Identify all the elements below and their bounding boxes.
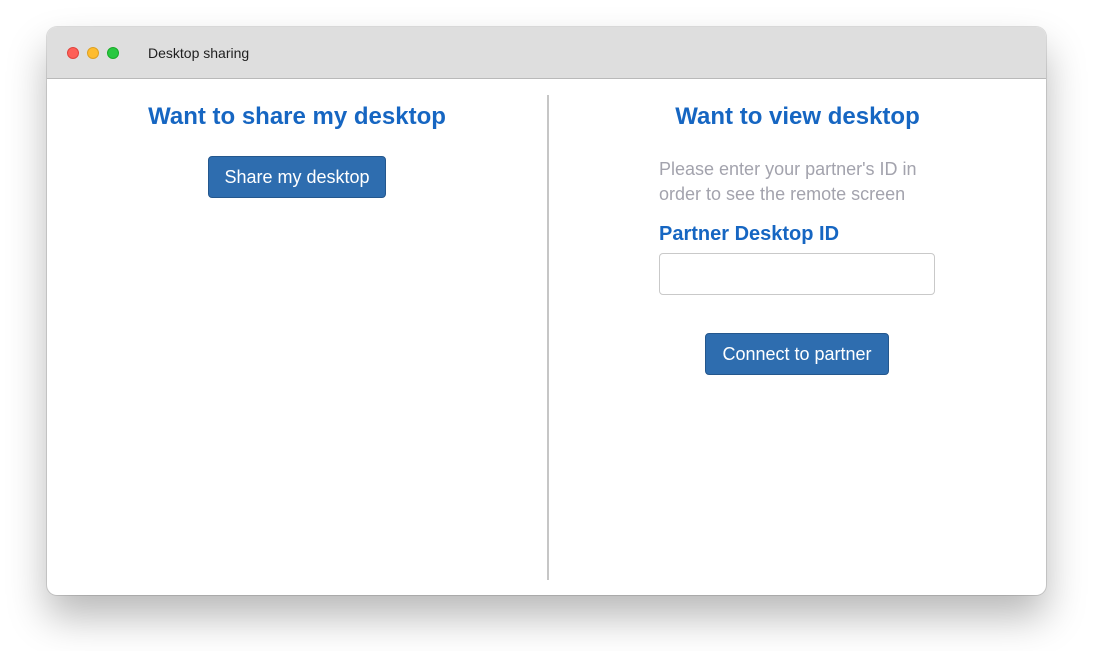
screen: Desktop sharing Want to share my desktop… [0, 0, 1096, 651]
title-bar[interactable]: Desktop sharing [47, 27, 1046, 79]
main-content: Want to share my desktop Share my deskto… [47, 79, 1046, 595]
partner-id-label: Partner Desktop ID [659, 223, 840, 245]
minimize-window-button[interactable] [87, 47, 99, 59]
window-title: Desktop sharing [148, 45, 250, 61]
share-heading: Want to share my desktop [148, 103, 446, 130]
partner-id-input[interactable] [659, 253, 935, 295]
view-pane: Want to view desktop Please enter your p… [549, 79, 1046, 595]
share-desktop-button[interactable]: Share my desktop [208, 156, 386, 198]
connect-to-partner-button[interactable]: Connect to partner [705, 333, 889, 375]
maximize-window-button[interactable] [107, 47, 119, 59]
close-window-button[interactable] [67, 47, 79, 59]
partner-id-hint: Please enter your partner's ID in order … [659, 159, 917, 204]
app-window: Desktop sharing Want to share my desktop… [47, 27, 1046, 595]
view-heading: Want to view desktop [675, 103, 920, 130]
share-pane: Want to share my desktop Share my deskto… [47, 79, 547, 595]
